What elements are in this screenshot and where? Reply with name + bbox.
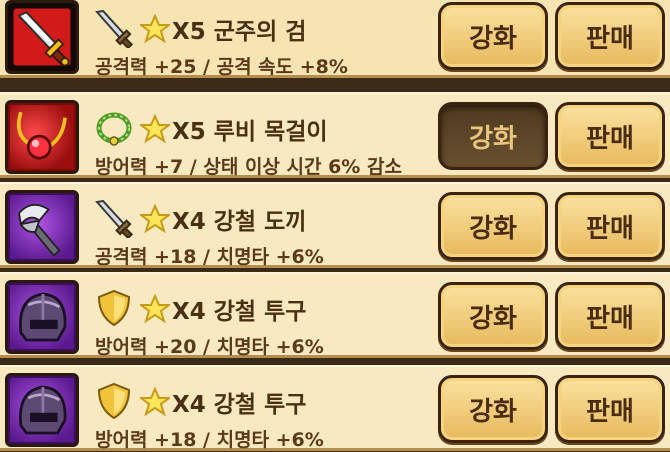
helmet-icon xyxy=(5,373,79,447)
list-item[interactable]: X4 강철 도끼 공격력 +18 / 치명타 +6% 강화 판매 xyxy=(0,182,670,268)
upgrade-button[interactable]: 강화 xyxy=(438,282,548,350)
sell-button[interactable]: 판매 xyxy=(555,192,665,260)
star-icon xyxy=(140,114,170,144)
upgrade-button[interactable]: 강화 xyxy=(438,375,548,443)
sell-button[interactable]: 판매 xyxy=(555,102,665,170)
item-stats: 공격력 +25 / 공격 속도 +8% xyxy=(95,56,348,78)
item-name: X4 강철 투구 xyxy=(172,392,307,418)
list-item[interactable]: X4 강철 투구 방어력 +18 / 치명타 +6% 강화 판매 xyxy=(0,365,670,451)
upgrade-button[interactable]: 강화 xyxy=(438,192,548,260)
item-name: X4 강철 투구 xyxy=(172,299,307,325)
sell-button[interactable]: 판매 xyxy=(555,2,665,70)
sword-icon xyxy=(94,8,134,48)
star-icon xyxy=(140,14,170,44)
sell-button[interactable]: 판매 xyxy=(555,282,665,350)
item-stats: 방어력 +20 / 치명타 +6% xyxy=(95,336,324,358)
item-stats: 방어력 +7 / 상태 이상 시간 6% 감소 xyxy=(95,156,402,178)
item-stats: 방어력 +18 / 치명타 +6% xyxy=(95,429,324,451)
ruby-necklace-icon xyxy=(5,100,79,174)
star-icon xyxy=(140,204,170,234)
item-name: X4 강철 도끼 xyxy=(172,209,307,235)
sword-icon xyxy=(94,198,134,238)
sell-button[interactable]: 판매 xyxy=(555,375,665,443)
greatsword-icon xyxy=(5,0,79,74)
item-name: X5 군주의 검 xyxy=(172,19,307,45)
axe-icon xyxy=(5,190,79,264)
list-item[interactable]: X4 강철 투구 방어력 +20 / 치명타 +6% 강화 판매 xyxy=(0,272,670,358)
shield-icon xyxy=(94,288,134,328)
list-item[interactable]: X5 루비 목걸이 방어력 +7 / 상태 이상 시간 6% 감소 강화 판매 xyxy=(0,92,670,178)
list-item[interactable]: X5 군주의 검 공격력 +25 / 공격 속도 +8% 강화 판매 xyxy=(0,0,670,78)
helmet-icon xyxy=(5,280,79,354)
item-name: X5 루비 목걸이 xyxy=(172,119,328,145)
upgrade-button[interactable]: 강화 xyxy=(438,102,548,170)
equipment-list[interactable]: X5 군주의 검 공격력 +25 / 공격 속도 +8% 강화 판매 X5 루비… xyxy=(0,0,670,451)
necklace-icon xyxy=(94,108,134,148)
item-stats: 공격력 +18 / 치명타 +6% xyxy=(95,246,324,268)
star-icon xyxy=(140,387,170,417)
upgrade-button[interactable]: 강화 xyxy=(438,2,548,70)
shield-icon xyxy=(94,381,134,421)
star-icon xyxy=(140,294,170,324)
